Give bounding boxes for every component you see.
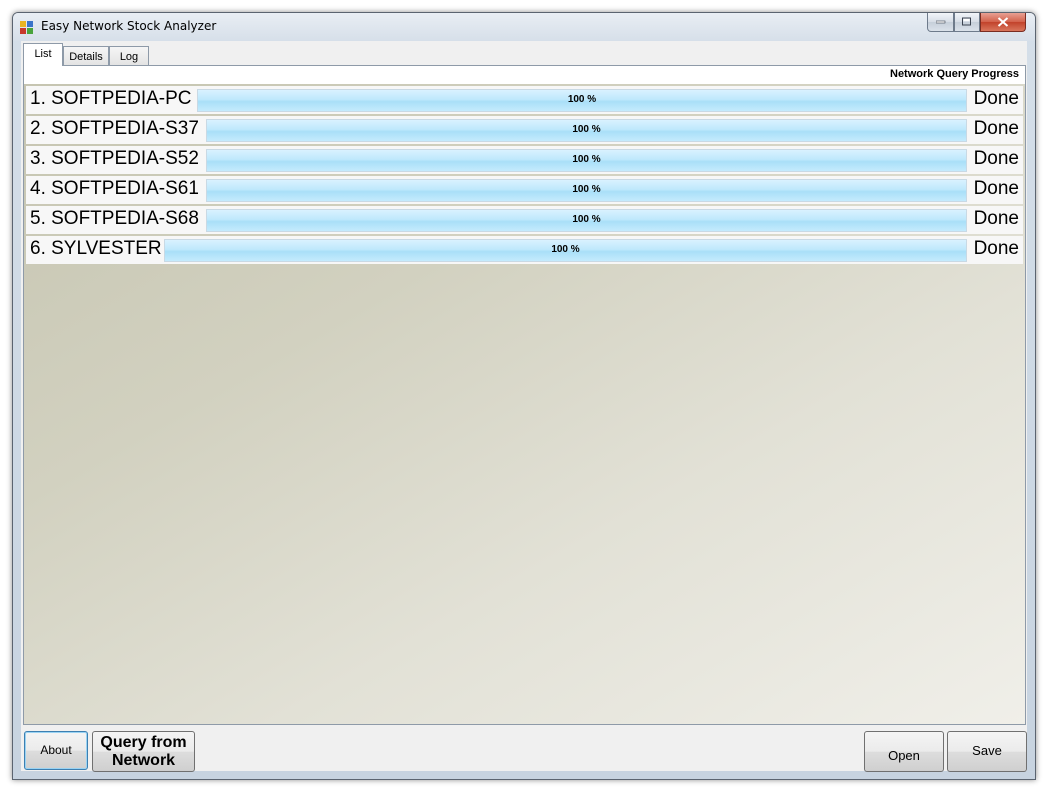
computer-name: 2. SOFTPEDIA-S37: [30, 118, 199, 139]
progress-label: 100 %: [572, 124, 601, 135]
progress-label: 100 %: [551, 244, 580, 255]
minimize-button[interactable]: [927, 13, 954, 32]
list-item: 1. SOFTPEDIA-PC 100 % Done: [26, 86, 1023, 114]
status-text: Done: [973, 88, 1019, 109]
progress-bar: 100 %: [197, 89, 967, 112]
about-button[interactable]: About: [24, 731, 88, 770]
progress-bar: 100 %: [206, 179, 967, 202]
progress-bar: 100 %: [206, 119, 967, 142]
status-text: Done: [973, 148, 1019, 169]
query-button-line1: Query from: [100, 734, 187, 751]
progress-column-header: Network Query Progress: [890, 68, 1019, 80]
panel-header: Network Query Progress: [24, 66, 1025, 84]
progress-label: 100 %: [567, 94, 597, 105]
list-item: 5. SOFTPEDIA-S68 100 % Done: [26, 206, 1023, 234]
status-text: Done: [973, 238, 1019, 259]
open-button[interactable]: Open: [864, 731, 944, 772]
list-item: 3. SOFTPEDIA-S52 100 % Done: [26, 146, 1023, 174]
computer-name: 5. SOFTPEDIA-S68: [30, 208, 199, 229]
client-area: List Details Log Network Query Progress …: [21, 41, 1027, 772]
list-item: 6. SYLVESTER 100 % Done: [26, 236, 1023, 264]
window-title: Easy Network Stock Analyzer: [41, 19, 217, 33]
progress-bar: 100 %: [206, 149, 967, 172]
app-window: Easy Network Stock Analyzer List Details…: [12, 12, 1036, 780]
app-icon: [20, 20, 34, 34]
maximize-button[interactable]: [954, 13, 980, 32]
progress-label: 100 %: [572, 214, 601, 225]
list-item: 4. SOFTPEDIA-S61 100 % Done: [26, 176, 1023, 204]
query-button-line2: Network: [111, 752, 176, 769]
tab-log[interactable]: Log: [109, 46, 149, 66]
computer-name: 1. SOFTPEDIA-PC: [30, 88, 192, 109]
computer-name: 4. SOFTPEDIA-S61: [30, 178, 199, 199]
tab-list[interactable]: List: [23, 43, 63, 66]
status-text: Done: [973, 208, 1019, 229]
computer-name: 6. SYLVESTER: [30, 238, 162, 259]
progress-label: 100 %: [572, 184, 601, 195]
status-text: Done: [973, 118, 1019, 139]
save-button[interactable]: Save: [947, 731, 1027, 772]
list-panel: Network Query Progress 1. SOFTPEDIA-PC 1…: [23, 65, 1026, 725]
status-text: Done: [973, 178, 1019, 199]
computer-name: 3. SOFTPEDIA-S52: [30, 148, 199, 169]
progress-label: 100 %: [572, 154, 601, 165]
progress-bar: 100 %: [164, 239, 967, 262]
title-bar[interactable]: Easy Network Stock Analyzer: [13, 13, 1035, 41]
tab-details[interactable]: Details: [63, 46, 109, 66]
list-item: 2. SOFTPEDIA-S37 100 % Done: [26, 116, 1023, 144]
query-from-network-button[interactable]: Query from Network: [92, 731, 195, 772]
close-button[interactable]: [980, 13, 1026, 32]
progress-bar: 100 %: [206, 209, 967, 232]
